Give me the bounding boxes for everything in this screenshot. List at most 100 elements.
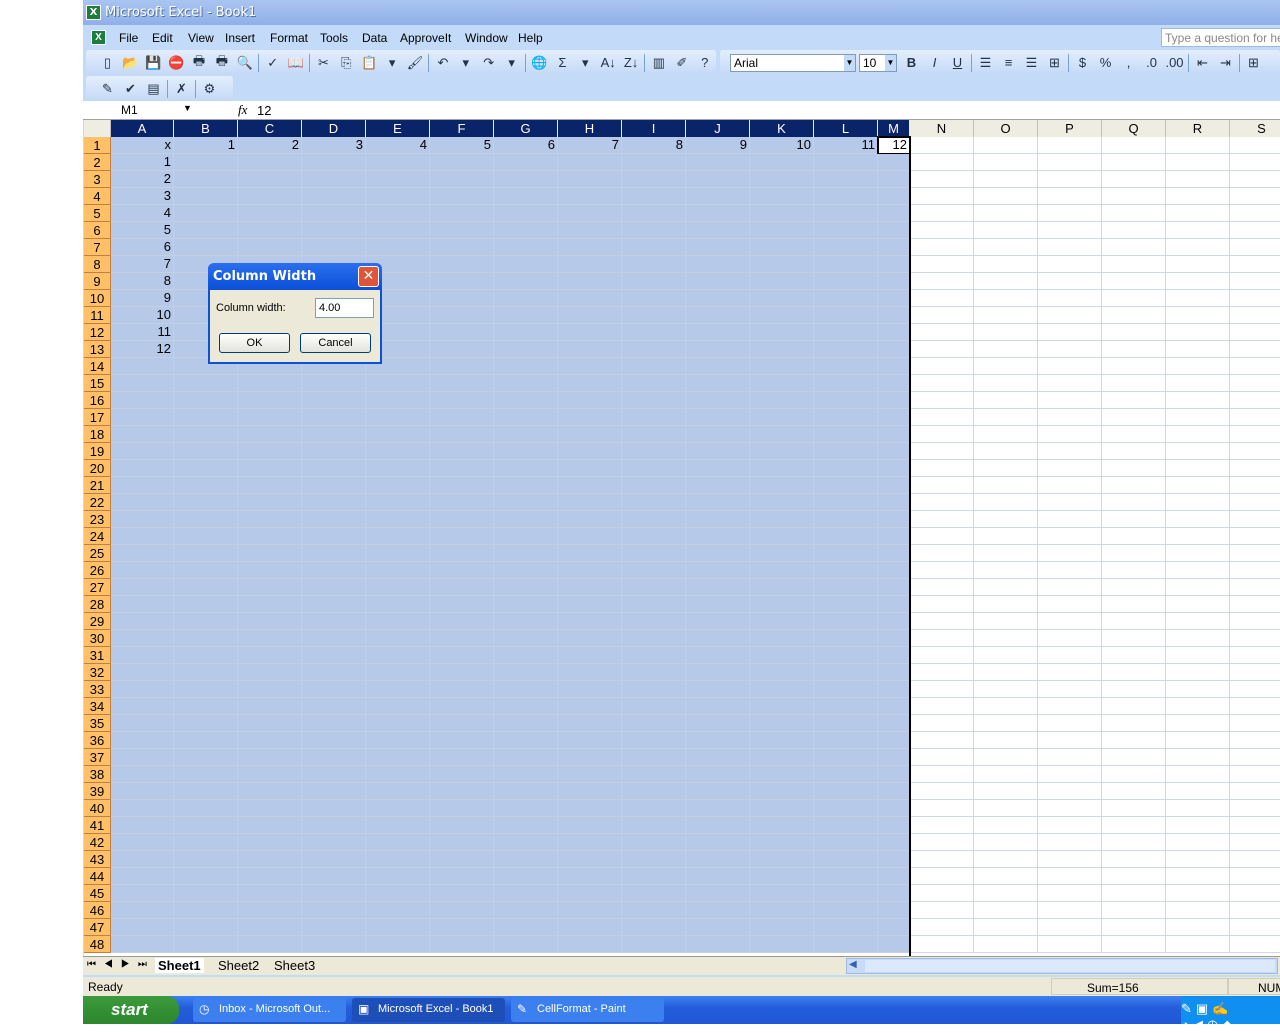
cell-S28[interactable] — [1230, 596, 1280, 613]
cell-Q5[interactable] — [1102, 205, 1166, 222]
cell-C38[interactable] — [238, 766, 302, 783]
cell-D30[interactable] — [302, 630, 366, 647]
cell-H27[interactable] — [558, 579, 622, 596]
cell-F40[interactable] — [430, 800, 494, 817]
redo-icon[interactable]: ↷ — [477, 52, 500, 74]
cell-K9[interactable] — [750, 273, 814, 290]
cell-J4[interactable] — [686, 188, 750, 205]
cell-N37[interactable] — [910, 749, 974, 766]
cell-S39[interactable] — [1230, 783, 1280, 800]
cell-C36[interactable] — [238, 732, 302, 749]
cell-P15[interactable] — [1038, 375, 1102, 392]
cell-G37[interactable] — [494, 749, 558, 766]
cell-P10[interactable] — [1038, 290, 1102, 307]
cell-C40[interactable] — [238, 800, 302, 817]
drawing-icon[interactable]: ✐ — [670, 52, 693, 74]
cell-S8[interactable] — [1230, 256, 1280, 273]
cell-M7[interactable] — [878, 239, 910, 256]
row-header-44[interactable]: 44 — [84, 868, 111, 885]
cell-Q17[interactable] — [1102, 409, 1166, 426]
cell-L38[interactable] — [814, 766, 878, 783]
cell-N3[interactable] — [910, 171, 974, 188]
cell-R22[interactable] — [1166, 494, 1230, 511]
cell-M29[interactable] — [878, 613, 910, 630]
cell-I48[interactable] — [622, 936, 686, 953]
cell-P28[interactable] — [1038, 596, 1102, 613]
cell-Q40[interactable] — [1102, 800, 1166, 817]
cell-S37[interactable] — [1230, 749, 1280, 766]
cell-G40[interactable] — [494, 800, 558, 817]
cell-G14[interactable] — [494, 358, 558, 375]
cell-B33[interactable] — [174, 681, 238, 698]
name-box[interactable]: M1 — [85, 102, 193, 119]
cell-R34[interactable] — [1166, 698, 1230, 715]
cell-Q45[interactable] — [1102, 885, 1166, 902]
row-header-8[interactable]: 8 — [84, 256, 111, 273]
cell-F38[interactable] — [430, 766, 494, 783]
row-header-7[interactable]: 7 — [84, 239, 111, 256]
cell-F16[interactable] — [430, 392, 494, 409]
cell-S43[interactable] — [1230, 851, 1280, 868]
cell-M12[interactable] — [878, 324, 910, 341]
cell-G23[interactable] — [494, 511, 558, 528]
cell-H45[interactable] — [558, 885, 622, 902]
cell-M34[interactable] — [878, 698, 910, 715]
cell-I45[interactable] — [622, 885, 686, 902]
cell-S9[interactable] — [1230, 273, 1280, 290]
cell-J37[interactable] — [686, 749, 750, 766]
cell-A33[interactable] — [111, 681, 174, 698]
cell-R3[interactable] — [1166, 171, 1230, 188]
cell-I34[interactable] — [622, 698, 686, 715]
cell-P26[interactable] — [1038, 562, 1102, 579]
cell-N32[interactable] — [910, 664, 974, 681]
cell-O35[interactable] — [974, 715, 1038, 732]
cell-K8[interactable] — [750, 256, 814, 273]
cell-M20[interactable] — [878, 460, 910, 477]
cell-F11[interactable] — [430, 307, 494, 324]
cell-S40[interactable] — [1230, 800, 1280, 817]
cell-R19[interactable] — [1166, 443, 1230, 460]
cell-M38[interactable] — [878, 766, 910, 783]
cell-F14[interactable] — [430, 358, 494, 375]
cell-M24[interactable] — [878, 528, 910, 545]
cell-R7[interactable] — [1166, 239, 1230, 256]
cell-F22[interactable] — [430, 494, 494, 511]
cell-S6[interactable] — [1230, 222, 1280, 239]
cell-A32[interactable] — [111, 664, 174, 681]
cell-A26[interactable] — [111, 562, 174, 579]
cell-H44[interactable] — [558, 868, 622, 885]
sheet-tab-sheet1[interactable]: Sheet1 — [155, 958, 204, 973]
cell-S44[interactable] — [1230, 868, 1280, 885]
cell-H8[interactable] — [558, 256, 622, 273]
cell-S15[interactable] — [1230, 375, 1280, 392]
cell-F48[interactable] — [430, 936, 494, 953]
cell-N41[interactable] — [910, 817, 974, 834]
cell-K10[interactable] — [750, 290, 814, 307]
cell-H32[interactable] — [558, 664, 622, 681]
cell-D15[interactable] — [302, 375, 366, 392]
row-header-46[interactable]: 46 — [84, 902, 111, 919]
row-header-35[interactable]: 35 — [84, 715, 111, 732]
cell-O12[interactable] — [974, 324, 1038, 341]
cell-K28[interactable] — [750, 596, 814, 613]
cell-P13[interactable] — [1038, 341, 1102, 358]
cell-S26[interactable] — [1230, 562, 1280, 579]
cell-H9[interactable] — [558, 273, 622, 290]
cell-B21[interactable] — [174, 477, 238, 494]
cell-B32[interactable] — [174, 664, 238, 681]
cell-J15[interactable] — [686, 375, 750, 392]
cell-I28[interactable] — [622, 596, 686, 613]
cell-C26[interactable] — [238, 562, 302, 579]
cell-E24[interactable] — [366, 528, 430, 545]
row-header-30[interactable]: 30 — [84, 630, 111, 647]
cell-A13[interactable]: 12 — [111, 341, 174, 358]
column-width-input[interactable]: 4.00 — [315, 298, 374, 318]
cell-F20[interactable] — [430, 460, 494, 477]
cell-R20[interactable] — [1166, 460, 1230, 477]
cell-F43[interactable] — [430, 851, 494, 868]
cell-A30[interactable] — [111, 630, 174, 647]
cell-O10[interactable] — [974, 290, 1038, 307]
cell-E7[interactable] — [366, 239, 430, 256]
cell-E47[interactable] — [366, 919, 430, 936]
cell-G8[interactable] — [494, 256, 558, 273]
